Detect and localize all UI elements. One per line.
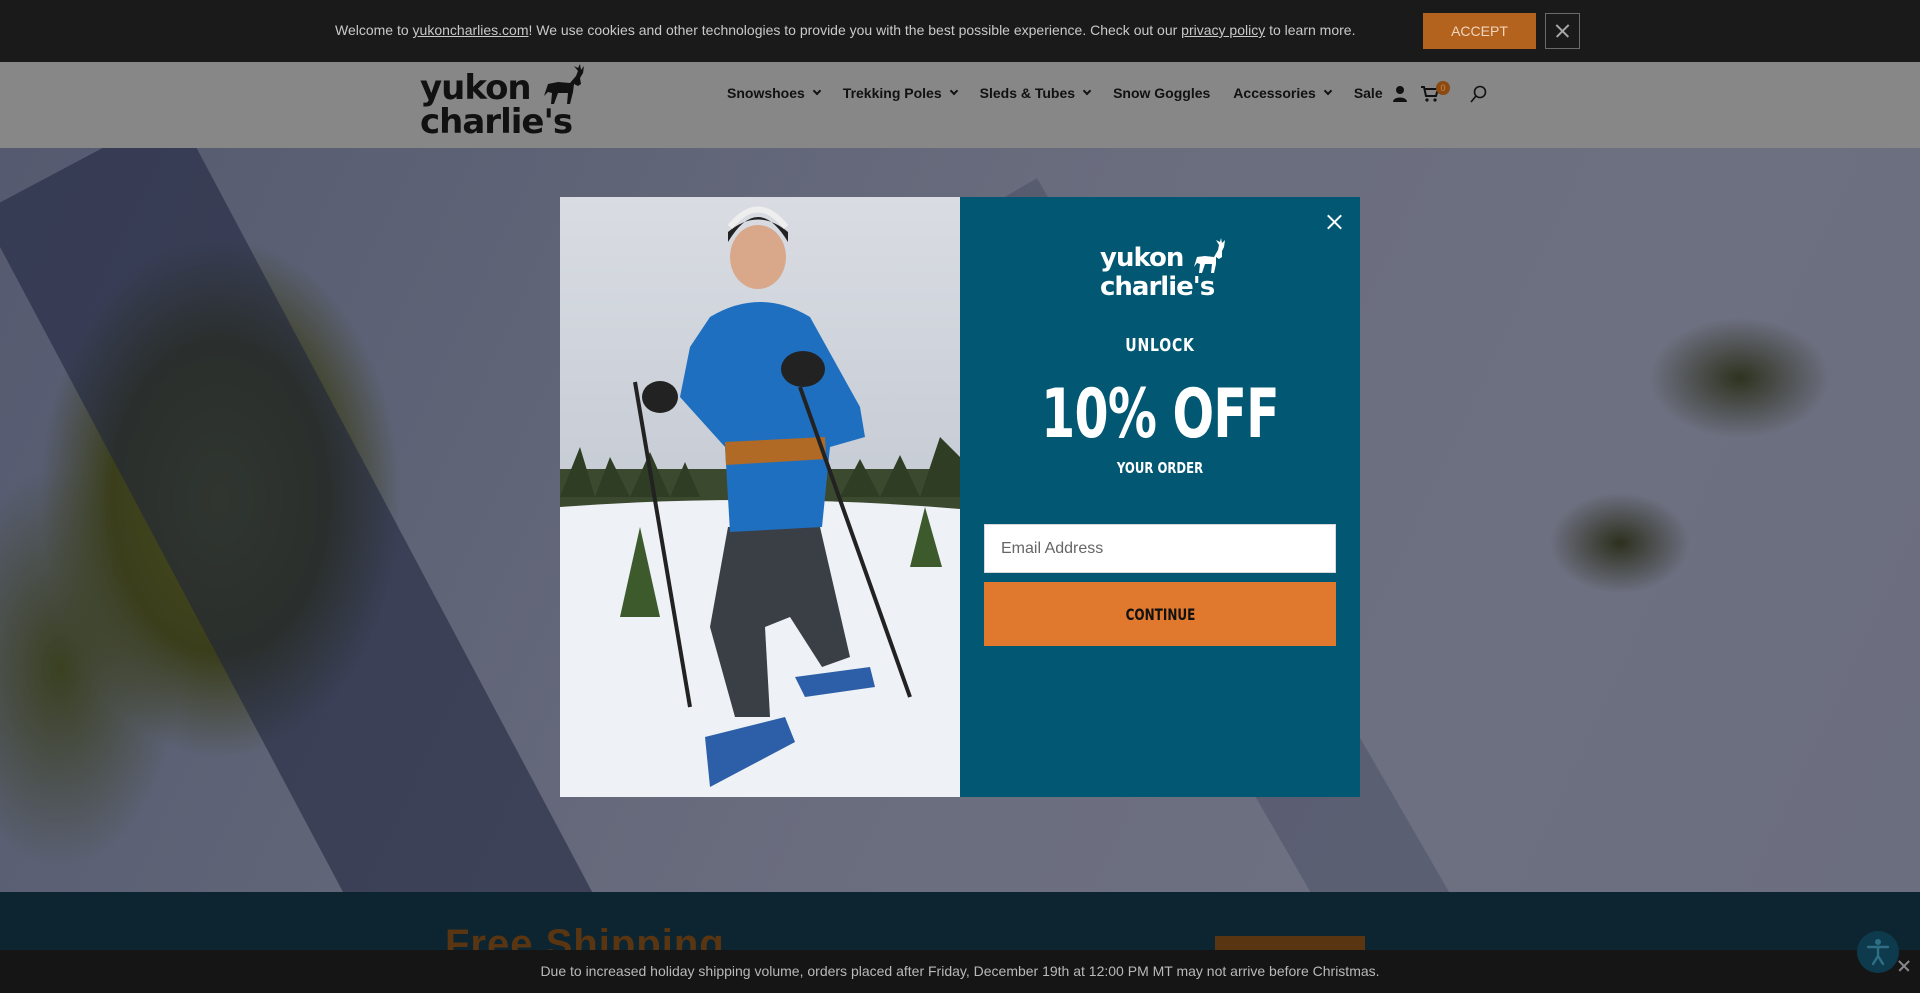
nav-label: Snowshoes	[727, 85, 805, 101]
nav-item-snow-goggles[interactable]: Snow Goggles	[1113, 85, 1210, 101]
site-header: yukon charlie's Snowshoes Trekking Poles…	[0, 62, 1920, 148]
snowshoer-photo	[560, 197, 960, 797]
chevron-down-icon	[812, 86, 822, 96]
accessibility-icon	[1866, 939, 1890, 966]
unlock-label: UNLOCK	[1125, 335, 1195, 356]
close-modal-button[interactable]	[1322, 210, 1346, 234]
cookie-consent-bar: Welcome to yukoncharlies.com! We use coo…	[0, 0, 1920, 62]
continue-label: CONTINUE	[1125, 604, 1195, 624]
chevron-down-icon	[1323, 86, 1333, 96]
logo-word-2: charlie's	[1100, 272, 1215, 301]
logo-word-2: charlie's	[420, 102, 572, 140]
nav-item-accessories[interactable]: Accessories	[1233, 85, 1333, 101]
yukon-charlies-logo: yukon charlie's	[1100, 238, 1225, 301]
nav-item-sleds-tubes[interactable]: Sleds & Tubes	[979, 85, 1092, 101]
nav-label: Sale	[1353, 85, 1383, 101]
snowshoer-illustration	[560, 206, 960, 797]
chevron-down-icon	[949, 86, 958, 96]
nav-item-trekking-poles[interactable]: Trekking Poles	[842, 85, 958, 101]
caribou-icon	[1194, 238, 1225, 273]
main-nav: Snowshoes Trekking Poles Sleds & Tubes S…	[727, 85, 1406, 101]
nav-label: Snow Goggles	[1113, 85, 1211, 101]
cookie-message-prefix: Welcome to	[335, 22, 413, 38]
close-notice-button[interactable]	[1896, 958, 1912, 974]
nav-label: Trekking Poles	[842, 85, 942, 101]
search-icon[interactable]	[1470, 85, 1488, 103]
privacy-policy-link[interactable]: privacy policy	[1181, 22, 1265, 38]
discount-signup-modal: yukon charlie's UNLOCK 10% OFF YOUR ORDE…	[560, 197, 1360, 797]
accessibility-button[interactable]	[1857, 931, 1899, 973]
cart-count-badge: 0	[1436, 81, 1450, 95]
promo-button[interactable]	[1215, 936, 1365, 950]
logo-word-1: yukon	[1100, 243, 1183, 273]
shipping-notice-text: Due to increased holiday shipping volume…	[540, 963, 1380, 979]
signup-panel: yukon charlie's UNLOCK 10% OFF YOUR ORDE…	[960, 197, 1360, 797]
chevron-down-icon	[1082, 86, 1092, 96]
user-icon[interactable]	[1392, 85, 1408, 103]
yukon-charlies-logo[interactable]: yukon charlie's	[418, 62, 588, 140]
hero-shadow	[0, 148, 599, 892]
accept-cookies-button[interactable]: ACCEPT	[1423, 13, 1536, 49]
close-cookie-bar-button[interactable]	[1545, 13, 1580, 49]
discount-heading: 10% OFF	[1041, 375, 1279, 454]
caribou-icon	[544, 64, 584, 104]
email-address-field[interactable]	[984, 524, 1336, 573]
nav-item-snowshoes[interactable]: Snowshoes	[727, 85, 822, 101]
cookie-message-middle: ! We use cookies and other technologies …	[528, 22, 1182, 38]
cookie-message-suffix: to learn more.	[1265, 22, 1356, 38]
cookie-message: Welcome to yukoncharlies.com! We use coo…	[335, 22, 1355, 38]
continue-button[interactable]: CONTINUE	[984, 582, 1336, 646]
nav-label: Accessories	[1233, 85, 1316, 101]
nav-label: Sleds & Tubes	[979, 85, 1076, 101]
your-order-label: YOUR ORDER	[1116, 459, 1204, 477]
nav-item-sale[interactable]: Sale	[1354, 85, 1383, 101]
site-link[interactable]: yukoncharlies.com	[413, 22, 529, 38]
promo-band	[0, 892, 1920, 950]
